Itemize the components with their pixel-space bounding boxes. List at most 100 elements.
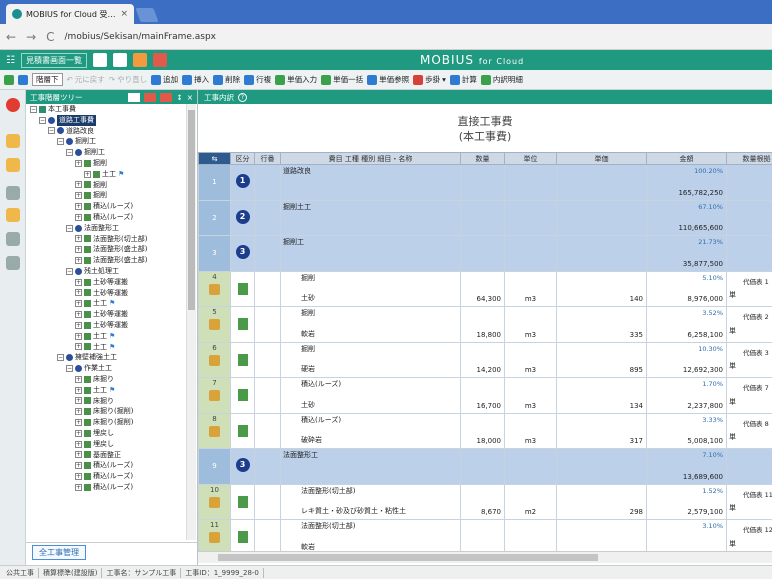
expand-icon[interactable]: + — [75, 159, 82, 167]
collapse-icon[interactable]: − — [30, 105, 37, 113]
grid-scrollbar-thumb[interactable] — [218, 554, 598, 561]
price-input-button[interactable]: 単価入力 — [275, 74, 317, 85]
column-header[interactable]: 単価 — [556, 152, 647, 165]
expand-icon[interactable]: + — [75, 300, 82, 308]
tree-action-button-2[interactable] — [160, 92, 173, 102]
unit-cell[interactable] — [504, 164, 557, 201]
unit-cell[interactable]: m3 — [504, 377, 557, 414]
name-cell[interactable]: 掘削工 — [280, 235, 461, 272]
row-number-cell[interactable]: 7 — [198, 377, 231, 414]
add-button[interactable]: 追加 — [151, 74, 178, 85]
price-cell[interactable] — [556, 448, 647, 485]
row-number-cell[interactable]: 9 — [198, 448, 231, 485]
detail-button[interactable]: 内訳明細 — [480, 74, 523, 85]
tree-node[interactable]: + 土砂等運搬 — [26, 320, 186, 331]
back-icon[interactable]: ← — [6, 30, 16, 44]
tree-close-icon[interactable]: × — [187, 93, 193, 102]
expand-icon[interactable]: + — [75, 246, 82, 254]
tree-node[interactable]: + 土工 ⚑ — [26, 169, 186, 180]
name-cell[interactable]: 積込(ルーズ) 破砕岩 — [280, 412, 461, 449]
row-number-cell[interactable]: 5 — [198, 306, 231, 343]
chart-icon[interactable] — [6, 208, 20, 222]
row-number-cell[interactable]: 6 — [198, 341, 231, 378]
collapse-icon[interactable]: − — [66, 149, 73, 157]
column-header[interactable]: 金額 — [646, 152, 727, 165]
expand-icon[interactable]: + — [75, 386, 82, 394]
column-header[interactable]: 費目 工種 種別 細目・名称 — [280, 152, 461, 165]
tree-node[interactable]: + 法面整形(盛土部) — [26, 255, 186, 266]
category-cell[interactable]: 3 — [230, 235, 255, 272]
calc-button[interactable]: 計算 — [449, 74, 477, 85]
folder-icon[interactable] — [6, 134, 20, 148]
table-row[interactable]: 3 3 掘削工 21.73% 35,877,500 — [198, 235, 772, 272]
price-cell[interactable]: 298 — [556, 483, 647, 520]
tree-node[interactable]: + 土砂等運搬 — [26, 288, 186, 299]
collapse-icon[interactable]: − — [39, 116, 46, 124]
basis-cell[interactable] — [726, 235, 772, 272]
tree-node[interactable]: + 法面整形(盛土部) — [26, 244, 186, 255]
line-cell[interactable] — [254, 448, 281, 485]
quantity-cell[interactable]: 8,670 — [460, 483, 505, 520]
tree-node[interactable]: + 掘削 — [26, 180, 186, 191]
basis-cell[interactable] — [726, 199, 772, 236]
basis-cell[interactable] — [726, 448, 772, 485]
row-number-cell[interactable]: 2 — [198, 199, 231, 236]
reload-icon[interactable]: C — [46, 30, 54, 44]
amount-cell[interactable]: 3.10% — [646, 519, 727, 556]
tree-node[interactable]: + 土砂等運搬 — [26, 309, 186, 320]
name-cell[interactable]: 掘削 硬岩 — [280, 341, 461, 378]
amount-cell[interactable]: 5.10% 8,976,000 — [646, 270, 727, 307]
category-cell[interactable]: 2 — [230, 199, 255, 236]
category-cell[interactable] — [230, 519, 255, 556]
unit-cell[interactable] — [504, 519, 557, 556]
layout-icon[interactable] — [4, 74, 14, 85]
tree-node[interactable]: + 土工 ⚑ — [26, 385, 186, 396]
unit-cell[interactable]: m3 — [504, 341, 557, 378]
column-header[interactable]: 区分 — [230, 152, 255, 165]
expand-icon[interactable]: + — [75, 192, 82, 200]
category-cell[interactable] — [230, 377, 255, 414]
tree-scrollbar[interactable] — [186, 104, 196, 540]
line-cell[interactable] — [254, 235, 281, 272]
quantity-cell[interactable]: 18,000 — [460, 412, 505, 449]
column-header[interactable]: 数量 — [460, 152, 505, 165]
column-header[interactable]: 単位 — [504, 152, 557, 165]
expand-icon[interactable]: + — [75, 472, 82, 480]
unit-cell[interactable]: m3 — [504, 412, 557, 449]
tree-node[interactable]: − 残土処理工 — [26, 266, 186, 277]
tree-node[interactable]: + 積込(ルーズ) — [26, 460, 186, 471]
forward-icon[interactable]: → — [26, 30, 36, 44]
redo-button[interactable]: ↷ やり直し — [109, 74, 147, 85]
print-icon[interactable] — [152, 53, 167, 67]
table-row[interactable]: 7 積込(ルーズ) 土砂 16,700 m3 134 1.70% 2,237,800 単代価表 … — [198, 377, 772, 414]
expand-icon[interactable]: + — [75, 321, 82, 329]
quantity-cell[interactable]: 18,800 — [460, 306, 505, 343]
url-field[interactable]: /mobius/Sekisan/mainFrame.aspx — [65, 32, 216, 42]
unit-cell[interactable] — [504, 448, 557, 485]
tree-node[interactable]: − 本工事費 — [26, 104, 186, 115]
tree-node[interactable]: + 土工 ⚑ — [26, 331, 186, 342]
amount-cell[interactable]: 10.30% 12,692,300 — [646, 341, 727, 378]
quantity-cell[interactable] — [460, 235, 505, 272]
quantity-cell[interactable]: 64,300 — [460, 270, 505, 307]
amount-cell[interactable]: 1.52% 2,579,100 — [646, 483, 727, 520]
table-row[interactable]: 5 掘削 軟岩 18,800 m3 335 3.52% 6,258,100 単代価表 2 — [198, 306, 772, 343]
collapse-icon[interactable]: − — [48, 127, 55, 135]
basis-cell[interactable]: 単代価表 8 — [726, 412, 772, 449]
category-cell[interactable]: 3 — [230, 448, 255, 485]
browser-tab[interactable]: MOBIUS for Cloud 受… × — [6, 4, 134, 24]
expand-icon[interactable]: + — [75, 375, 82, 383]
tree-node[interactable]: + 基面整正 — [26, 450, 186, 461]
tree-node[interactable]: + 土工 ⚑ — [26, 342, 186, 353]
price-cell[interactable] — [556, 164, 647, 201]
category-cell[interactable] — [230, 341, 255, 378]
line-cell[interactable] — [254, 270, 281, 307]
quantity-cell[interactable] — [460, 519, 505, 556]
tree-node[interactable]: − 道路工事費 — [26, 114, 186, 126]
expand-icon[interactable]: + — [75, 257, 82, 265]
quantity-cell[interactable] — [460, 164, 505, 201]
category-cell[interactable] — [230, 483, 255, 520]
tree-node[interactable]: + 床掘り(掘削) — [26, 406, 186, 417]
check-icon[interactable] — [112, 53, 127, 67]
expand-icon[interactable]: + — [75, 289, 82, 297]
